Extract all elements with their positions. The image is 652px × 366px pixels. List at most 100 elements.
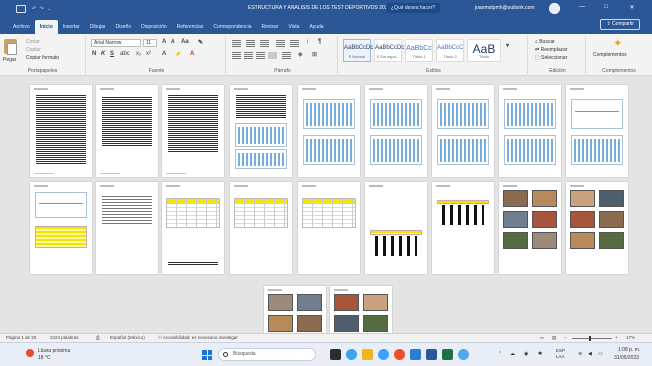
tab-ayuda[interactable]: Ayuda [304, 20, 328, 34]
bold-icon[interactable]: N [92, 51, 96, 57]
battery-icon[interactable]: ▭ [598, 351, 603, 357]
tell-me-search[interactable]: ¿Qué desea hacer? [386, 3, 441, 13]
numbering-icon[interactable] [246, 40, 255, 47]
tab-dibujar[interactable]: Dibujar [85, 20, 111, 34]
page-4[interactable] [230, 85, 292, 177]
wifi-icon[interactable]: ≋ [578, 351, 582, 357]
excel-icon[interactable] [442, 349, 453, 360]
multilevel-list-icon[interactable] [260, 40, 269, 47]
close-button[interactable]: ✕ [626, 4, 638, 11]
styles-more-icon[interactable]: ▾ [506, 42, 509, 49]
tab-vista[interactable]: Vista [283, 20, 304, 34]
zoom-slider-thumb[interactable] [589, 336, 591, 341]
style-heading-2[interactable]: AaBbCcC Título 2 [436, 39, 464, 62]
tab-inicio[interactable]: Inicio [34, 20, 58, 34]
chat-icon[interactable] [346, 349, 357, 360]
cut-button[interactable]: Cortar [26, 39, 40, 45]
sort-icon[interactable]: ↕ [306, 39, 309, 45]
decrease-indent-icon[interactable] [276, 40, 285, 47]
weather-title[interactable]: Lluvia próxima [38, 348, 70, 354]
maximize-button[interactable]: □ [600, 4, 612, 10]
task-view-icon[interactable] [330, 349, 341, 360]
style-no-spacing[interactable]: AaBbCcDc ¶ Sin espa... [374, 39, 404, 62]
increase-indent-icon[interactable] [290, 40, 299, 47]
page-8[interactable] [499, 85, 561, 177]
tab-archivo[interactable]: Archivo [8, 20, 35, 34]
strikethrough-icon[interactable]: abc [120, 51, 130, 57]
page-15[interactable] [365, 182, 427, 274]
proofing-icon[interactable]: ⎙ [96, 335, 100, 340]
replace-button[interactable]: ⇄ Reemplazar [535, 47, 568, 53]
addins-icon[interactable]: ✦ [614, 38, 622, 49]
align-right-icon[interactable] [256, 52, 265, 59]
volume-icon[interactable]: ◀ [588, 351, 592, 357]
font-color-icon[interactable]: A [190, 51, 194, 57]
language-status[interactable]: Español (México) [110, 335, 145, 340]
change-case-icon[interactable]: Aa [181, 39, 189, 45]
line-spacing-icon[interactable] [282, 52, 291, 59]
tab-disposicion[interactable]: Disposición [136, 20, 172, 34]
page-3[interactable] [162, 85, 224, 177]
justify-icon[interactable] [268, 52, 277, 59]
page-17[interactable] [499, 182, 561, 274]
accessibility-status[interactable]: ⚇ Accesibilidad: es necesario investigar [158, 335, 238, 341]
copy-button[interactable]: Copiar [26, 47, 41, 53]
page-7[interactable] [432, 85, 494, 177]
share-button[interactable]: ⇪ Compartir [600, 19, 640, 30]
document-area[interactable] [0, 76, 652, 333]
page-2[interactable] [96, 85, 158, 177]
clock-date[interactable]: 31/05/2023 [614, 355, 639, 361]
input-language[interactable]: ESP LAA [556, 348, 574, 360]
minimize-button[interactable]: — [576, 4, 588, 10]
edge-icon[interactable] [378, 349, 389, 360]
taskbar-search[interactable]: Búsqueda [218, 348, 316, 361]
underline-icon[interactable]: S [110, 51, 114, 57]
account-name[interactable]: joaomotpmh@outlook.com [475, 5, 535, 11]
paste-button[interactable]: Pegar [3, 57, 16, 63]
app-tray-icon[interactable]: ◉ [524, 351, 528, 357]
show-marks-icon[interactable]: ¶ [318, 39, 321, 45]
outlook-icon[interactable] [410, 349, 421, 360]
tab-revisar[interactable]: Revisar [256, 20, 283, 34]
page-6[interactable] [365, 85, 427, 177]
align-center-icon[interactable] [244, 52, 253, 59]
store-icon[interactable] [458, 349, 469, 360]
grow-font-icon[interactable]: A [162, 39, 166, 45]
avatar[interactable] [549, 3, 560, 14]
tab-insertar[interactable]: Insertar [58, 20, 85, 34]
style-normal[interactable]: AaBbCcDc ¶ Normal [343, 39, 373, 62]
page-18[interactable] [566, 182, 628, 274]
italic-icon[interactable]: K [101, 51, 105, 57]
read-mode-icon[interactable]: ▭ [540, 335, 544, 341]
chrome-icon[interactable] [394, 349, 405, 360]
font-size-select[interactable]: 11 [143, 39, 157, 47]
highlight-icon[interactable]: ✐ [176, 51, 181, 58]
page-1[interactable] [30, 85, 92, 177]
page-16[interactable] [432, 182, 494, 274]
addins-button[interactable]: Complementos [593, 52, 627, 58]
shrink-font-icon[interactable]: A [171, 39, 175, 45]
font-name-select[interactable]: Arial Narrow [91, 39, 141, 47]
find-button[interactable]: ⌕ Buscar [535, 39, 555, 45]
quick-access-toolbar[interactable]: ↶ ↷ ⌄ [32, 6, 52, 12]
shading-icon[interactable]: ◆ [298, 51, 303, 58]
style-heading-1[interactable]: AaBbCc Título 1 [405, 39, 433, 62]
page-12[interactable] [162, 182, 224, 274]
clock-time[interactable]: 1:08 p. m. [618, 347, 640, 353]
text-effects-icon[interactable]: A [162, 51, 166, 57]
format-painter-button[interactable]: Copiar formato [26, 55, 59, 61]
zoom-level[interactable]: 17% [626, 335, 635, 340]
clear-format-icon[interactable]: ✎ [198, 39, 203, 46]
select-button[interactable]: ⬚ Seleccionar [535, 55, 567, 61]
bluetooth-icon[interactable]: ✱ [538, 351, 542, 357]
subscript-icon[interactable]: x₂ [136, 51, 141, 57]
page-20[interactable] [330, 286, 392, 333]
page-count[interactable]: Página 1 de 20 [6, 335, 36, 340]
word-count[interactable]: 2224 palabras [50, 335, 79, 340]
page-19[interactable] [264, 286, 326, 333]
tab-diseno[interactable]: Diseño [111, 20, 137, 34]
page-10[interactable] [30, 182, 92, 274]
zoom-out-icon[interactable]: − [564, 335, 567, 340]
page-11[interactable] [96, 182, 158, 274]
style-title[interactable]: AaB Título [467, 39, 501, 62]
